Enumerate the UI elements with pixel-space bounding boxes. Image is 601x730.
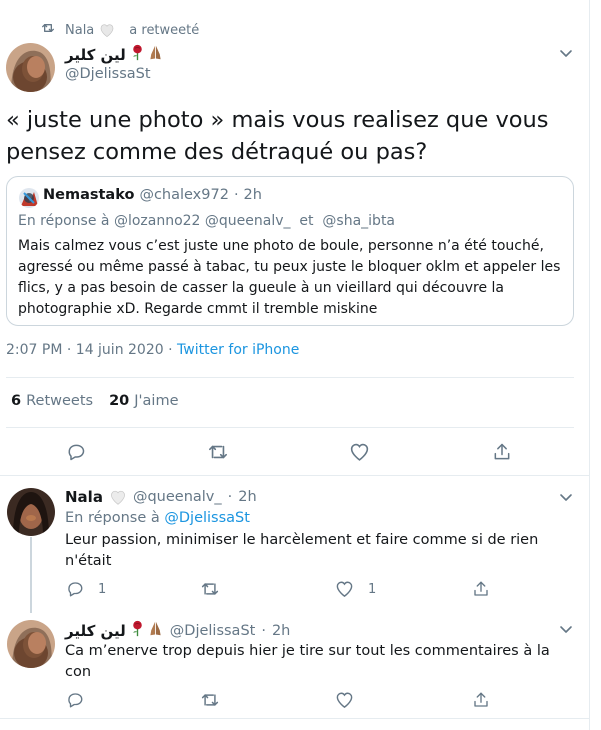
reply-author-handle[interactable]: @queenalv_ (133, 489, 222, 505)
tweet-time[interactable]: 2:07 PM (6, 342, 62, 358)
retweets-count: 6 (11, 393, 22, 409)
folded-hands-emoji (146, 44, 164, 65)
reply-reply-button[interactable]: 1 (66, 580, 106, 598)
author-name[interactable]: لين كلير (65, 46, 126, 64)
reply-author-name[interactable]: لين كلير (65, 622, 126, 640)
retweet-button[interactable] (207, 442, 229, 462)
reply-time[interactable]: 2h (238, 489, 256, 505)
tweet-text: « juste une photo » mais vous realisez q… (6, 107, 549, 165)
avatar[interactable] (6, 43, 55, 92)
reply-share-button[interactable] (472, 691, 490, 709)
reply-retweet-button[interactable] (200, 580, 220, 598)
chevron-down-icon (560, 50, 572, 57)
reply-menu-button[interactable] (558, 621, 574, 637)
reply-header: لين كلير @DjelissaSt · 2h (65, 620, 290, 641)
reply-separator: · (261, 622, 266, 639)
reply-menu-button[interactable] (558, 489, 574, 505)
likes-label: J'aime (134, 393, 179, 409)
reply-avatar[interactable] (7, 620, 55, 668)
heart-icon (350, 443, 369, 461)
divider (6, 427, 574, 428)
likes-count: 20 (109, 393, 130, 409)
retweet-icon (201, 583, 219, 595)
like-count: 1 (368, 581, 377, 597)
share-button[interactable] (492, 442, 512, 462)
quoted-tweet[interactable]: Nemastako @chalex972 · 2h En réponse à @… (6, 176, 574, 326)
reply-like-button[interactable]: 1 (335, 580, 376, 598)
white-heart-emoji (109, 489, 127, 505)
meta-separator-2: · (168, 342, 173, 358)
reply-header: Nala @queenalv_ · 2h (65, 488, 257, 506)
heart-icon (336, 581, 353, 598)
author-handle[interactable]: @DjelissaSt (65, 66, 151, 82)
retweet-context: Nala a retweeté (40, 20, 199, 40)
tweet-stats: 6 Retweets 20 J'aime (11, 393, 195, 409)
share-icon (474, 581, 488, 596)
retweet-icon (40, 20, 65, 40)
quote-text: Mais calmez vous c’est juste une photo d… (18, 238, 561, 317)
chevron-down-icon (560, 494, 572, 501)
tweet-meta: 2:07 PM · 14 juin 2020 · Twitter for iPh… (6, 342, 299, 358)
reply-text: Ca m’enerve trop depuis hier je tire sur… (65, 643, 550, 680)
reply-icon (68, 693, 83, 708)
reply-author-name[interactable]: Nala (65, 488, 103, 506)
reply-like-button[interactable] (335, 691, 354, 709)
folded-hands-emoji (146, 620, 164, 641)
reply-icon (68, 444, 85, 461)
reply-retweet-button[interactable] (200, 691, 220, 709)
share-icon (474, 692, 488, 707)
thread-connector (30, 537, 32, 613)
like-button[interactable] (349, 442, 370, 462)
likes-stat[interactable]: 20 J'aime (109, 393, 178, 409)
quote-avatar (19, 188, 39, 208)
quote-author-name: Nemastako (43, 187, 135, 203)
reply-count: 1 (98, 581, 107, 597)
divider (0, 475, 589, 476)
rose-emoji (128, 44, 146, 65)
retweet-suffix: a retweeté (129, 22, 200, 38)
retweeter-name[interactable]: Nala (65, 23, 94, 38)
reply-context: En réponse à @DjelissaSt (65, 510, 250, 526)
chevron-down-icon (560, 626, 572, 633)
meta-separator-1: · (66, 342, 72, 358)
reply-text: Leur passion, minimiser le harcèlement e… (65, 532, 539, 569)
reply-button[interactable] (66, 442, 86, 462)
reply-prefix: En réponse à (65, 510, 160, 526)
reply-time[interactable]: 2h (272, 623, 290, 639)
divider (0, 718, 589, 719)
quote-separator: · (233, 187, 239, 203)
tweet-menu-button[interactable] (558, 45, 574, 61)
share-icon (494, 443, 510, 460)
quote-author-handle: @chalex972 (139, 187, 229, 203)
divider (6, 377, 574, 378)
retweets-stat[interactable]: 6 Retweets (11, 393, 93, 409)
heart-icon (336, 692, 353, 709)
reply-separator: · (227, 489, 233, 505)
tweet-date[interactable]: 14 juin 2020 (76, 342, 164, 358)
reply-share-button[interactable] (472, 580, 490, 598)
white-heart-emoji (99, 22, 124, 38)
tweet-author[interactable]: لين كلير (65, 44, 164, 65)
tweet-source-link[interactable]: Twitter for iPhone (177, 342, 299, 358)
reply-avatar[interactable] (7, 488, 55, 536)
retweet-icon (209, 445, 227, 459)
quote-reply-to: En réponse à @lozanno22 @queenalv_ et @s… (18, 213, 396, 229)
quote-time: 2h (243, 187, 262, 203)
retweets-label: Retweets (26, 393, 94, 409)
timeline-border (589, 0, 590, 730)
reply-to-link[interactable]: @DjelissaSt (164, 510, 250, 526)
reply-icon (68, 582, 83, 597)
reply-reply-button[interactable] (66, 691, 84, 709)
quote-header: Nemastako @chalex972 · 2h (43, 187, 262, 203)
reply-author-handle[interactable]: @DjelissaSt (170, 623, 256, 639)
retweet-icon (201, 694, 219, 706)
rose-emoji (128, 620, 146, 641)
